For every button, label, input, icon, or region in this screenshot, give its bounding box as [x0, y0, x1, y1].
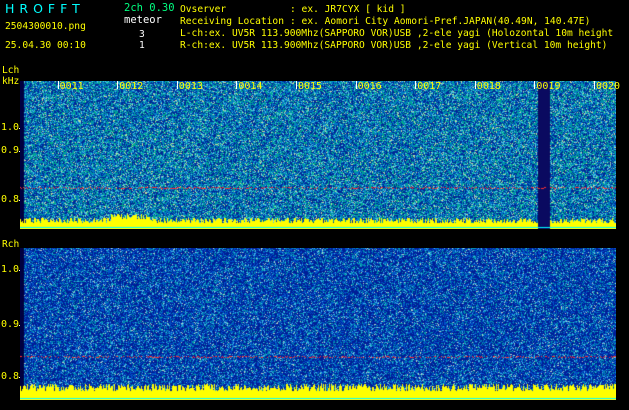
lch-unit-label: kHz	[2, 76, 20, 87]
minute-divider	[534, 81, 536, 89]
lch-ytick-2: 0.9	[1, 145, 20, 156]
rch-spectrogram-canvas	[20, 248, 616, 400]
minute-label-0020: 0020	[596, 81, 621, 92]
lch-config-line: L-ch:ex. UV5R 113.900Mhz(SAPPORO VOR)USB…	[180, 28, 614, 39]
minute-divider	[415, 81, 417, 89]
rch-config-line: R-ch:ex. UV5R 113.900Mhz(SAPPORO VOR)USB…	[180, 40, 608, 51]
minute-label-0013: 0013	[178, 81, 203, 92]
observer-value: : ex. JR7CYX [ kid ]	[290, 4, 406, 15]
rch-ytick-1: 1.0	[1, 264, 20, 275]
minute-label-0011: 0011	[59, 81, 84, 92]
minute-divider	[117, 81, 119, 89]
minute-label-0017: 0017	[417, 81, 442, 92]
location-value: : ex. Aomori City Aomori-Pref.JAPAN(40.4…	[290, 16, 591, 27]
minute-divider	[296, 81, 297, 89]
app-logo: HROFFT	[5, 1, 85, 16]
minute-label-0018: 0018	[476, 81, 501, 92]
file-name: 2504300010.png	[5, 21, 86, 32]
minute-label-0019: 0019	[536, 81, 561, 92]
rch-channel-label: Rch	[2, 239, 20, 250]
minute-divider	[474, 81, 476, 89]
observer-label: Ovserver	[180, 4, 227, 15]
version-label: 2ch 0.30	[124, 2, 175, 14]
lch-spectrogram-canvas	[20, 81, 616, 229]
minute-divider	[594, 81, 595, 89]
location-label: Receiving Location	[180, 16, 284, 27]
minute-divider	[176, 81, 178, 89]
datetime-label: 25.04.30 00:10	[5, 40, 86, 51]
rch-ytick-2: 0.9	[1, 319, 20, 330]
minute-divider	[236, 81, 238, 89]
lch-ytick-3: 0.8	[1, 194, 20, 205]
rch-spectrogram	[20, 248, 616, 400]
minute-label-0015: 0015	[298, 81, 323, 92]
rch-count: 1	[139, 40, 145, 51]
lch-channel-label: Lch	[2, 65, 20, 76]
lch-ytick-1: 1.0	[1, 122, 20, 133]
minute-divider	[57, 81, 59, 89]
minute-label-0014: 0014	[238, 81, 263, 92]
rch-ytick-3: 0.8	[1, 371, 20, 382]
minute-label-0016: 0016	[357, 81, 382, 92]
minute-divider	[355, 81, 357, 89]
minute-label-0012: 0012	[119, 81, 144, 92]
lch-count: 3	[139, 29, 145, 40]
mode-label: meteor	[124, 14, 162, 26]
lch-spectrogram	[20, 81, 616, 229]
